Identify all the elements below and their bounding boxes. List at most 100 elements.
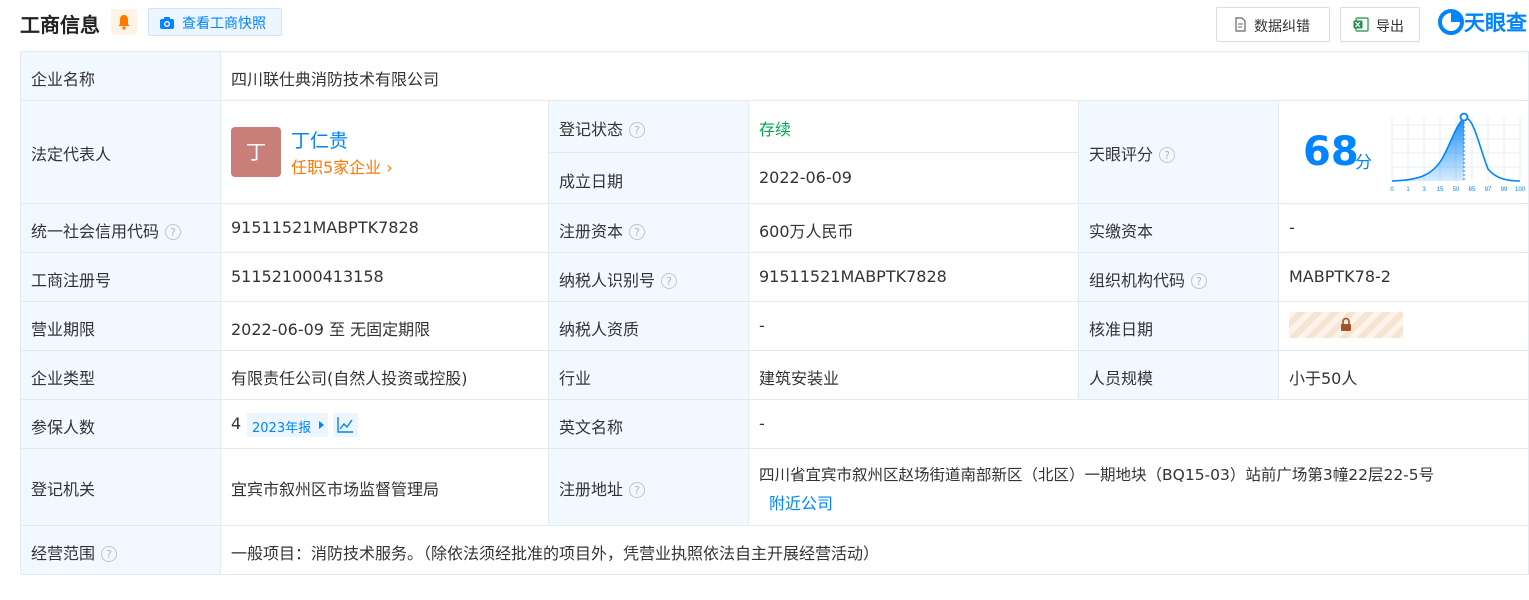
company-type-label-cell: 企业类型 — [21, 351, 221, 400]
help-icon[interactable]: ? — [101, 546, 118, 562]
company-type-label: 企业类型 — [31, 369, 96, 388]
paid-capital-label-cell: 实缴资本 — [1079, 204, 1279, 253]
data-correction-label: 数据纠错 — [1254, 19, 1310, 35]
org-code-cell: MABPTK78-2 — [1279, 253, 1529, 302]
score-axis-tick: 85 — [1469, 187, 1476, 193]
score-axis-tick: 50 — [1453, 187, 1460, 193]
credit-code-label: 统一社会信用代码? — [31, 218, 182, 242]
export-label: 导出 — [1376, 19, 1404, 35]
data-correction-button[interactable]: 数据纠错 — [1216, 7, 1330, 42]
authority-label: 登记机关 — [31, 480, 96, 499]
help-icon[interactable]: ? — [629, 122, 646, 138]
tax-qual-label-cell: 纳税人资质 — [549, 302, 749, 351]
legal-rep-cell: 丁 丁仁贵 任职5家企业 › — [221, 101, 549, 204]
approve-date-cell — [1279, 302, 1529, 351]
help-icon[interactable]: ? — [1159, 147, 1176, 163]
excel-icon — [1353, 17, 1369, 36]
status-cell: 存续 — [749, 101, 1079, 153]
avatar[interactable]: 丁 — [231, 127, 281, 177]
approve-date-label: 核准日期 — [1089, 320, 1154, 339]
camera-icon — [159, 15, 175, 34]
industry-cell: 建筑安装业 — [749, 351, 1079, 400]
address: 四川省宜宾市叙州区赵场街道南部新区（北区）一期地块（BQ15-03）站前广场第3… — [759, 466, 1435, 484]
company-name-label: 企业名称 — [31, 70, 96, 89]
english-name-label-cell: 英文名称 — [549, 400, 749, 449]
tax-qual: - — [759, 316, 765, 335]
legal-rep-label-cell: 法定代表人 — [21, 101, 221, 204]
approve-date-label-cell: 核准日期 — [1079, 302, 1279, 351]
tax-id-label: 纳税人识别号? — [559, 267, 678, 291]
credit-code-cell: 91511521MABPTK7828 — [221, 204, 549, 253]
logo-eye-icon — [1438, 9, 1464, 39]
reg-no-label: 工商注册号 — [31, 271, 112, 290]
company-name-label-cell: 企业名称 — [21, 52, 221, 101]
scope-label-cell: 经营范围? — [21, 526, 221, 575]
legal-rep-jobs-link[interactable]: 任职5家企业 › — [291, 154, 393, 178]
tax-id: 91511521MABPTK7828 — [759, 267, 947, 286]
tianyan-score-unit: 分 — [1355, 153, 1372, 173]
annual-report-label: 2023年报 — [252, 421, 312, 436]
help-icon[interactable]: ? — [165, 224, 182, 240]
caret-right-icon — [319, 421, 324, 429]
industry-label: 行业 — [559, 369, 592, 388]
term: 2022-06-09 至 无固定期限 — [231, 320, 431, 339]
reg-no: 511521000413158 — [231, 267, 384, 286]
authority: 宜宾市叙州区市场监督管理局 — [231, 480, 440, 499]
org-code: MABPTK78-2 — [1289, 267, 1391, 286]
help-icon[interactable]: ? — [661, 273, 678, 289]
tianyan-score-label-cell: 天眼评分? — [1079, 101, 1279, 204]
document-icon — [1234, 17, 1247, 36]
founded-label: 成立日期 — [559, 172, 624, 191]
org-code-label-cell: 组织机构代码? — [1079, 253, 1279, 302]
paid-capital-cell: - — [1279, 204, 1529, 253]
help-icon[interactable]: ? — [1191, 273, 1208, 289]
logo-text: 天眼查 — [1464, 11, 1527, 35]
capital-label: 注册资本? — [559, 218, 646, 242]
help-icon[interactable]: ? — [629, 224, 646, 240]
company-type: 有限责任公司(自然人投资或控股) — [231, 369, 468, 388]
trend-chart-icon — [337, 417, 353, 433]
company-name: 四川联仕典消防技术有限公司 — [231, 70, 440, 89]
paid-capital-label: 实缴资本 — [1089, 222, 1154, 241]
legal-rep-name-link[interactable]: 丁仁贵 — [291, 126, 348, 153]
section-title: 工商信息 — [20, 13, 100, 37]
capital-label-cell: 注册资本? — [549, 204, 749, 253]
credit-code-label-cell: 统一社会信用代码? — [21, 204, 221, 253]
reg-no-cell: 511521000413158 — [221, 253, 549, 302]
tianyan-score-value: 68 — [1303, 129, 1359, 175]
trend-chart-button[interactable] — [333, 413, 358, 437]
score-axis-tick: 1 — [1406, 187, 1410, 193]
insured-label-cell: 参保人数 — [21, 400, 221, 449]
score-axis-tick: 99 — [1501, 187, 1508, 193]
annual-report-link[interactable]: 2023年报 — [247, 413, 328, 437]
address-label-cell: 注册地址? — [549, 449, 749, 526]
business-scope: 一般项目：消防技术服务。（除依法须经批准的项目外，凭营业执照依法自主开展经营活动… — [231, 544, 880, 563]
tax-qual-cell: - — [749, 302, 1079, 351]
scope-cell: 一般项目：消防技术服务。（除依法须经批准的项目外，凭营业执照依法自主开展经营活动… — [221, 526, 1529, 575]
lock-icon — [1341, 317, 1351, 331]
staff-size: 小于50人 — [1289, 369, 1358, 388]
view-snapshot-button[interactable]: 查看工商快照 — [148, 8, 282, 36]
locked-value[interactable] — [1289, 312, 1403, 338]
credit-code: 91511521MABPTK7828 — [231, 218, 419, 237]
status-label: 登记状态? — [559, 116, 646, 140]
company-type-cell: 有限责任公司(自然人投资或控股) — [221, 351, 549, 400]
insured-count: 4 — [231, 414, 242, 433]
address-cell: 四川省宜宾市叙州区赵场街道南部新区（北区）一期地块（BQ15-03）站前广场第3… — [749, 449, 1529, 526]
legal-rep-jobs-text: 任职5家企业 — [291, 158, 382, 177]
chevron-right-icon: › — [381, 158, 393, 177]
view-snapshot-label: 查看工商快照 — [182, 16, 266, 32]
reg-no-label-cell: 工商注册号 — [21, 253, 221, 302]
export-button[interactable]: 导出 — [1340, 7, 1420, 42]
company-name-cell: 四川联仕典消防技术有限公司 — [221, 52, 1529, 101]
org-code-label: 组织机构代码? — [1089, 267, 1208, 291]
nearby-companies-link[interactable]: 附近公司 — [769, 490, 833, 514]
tianyan-score-label: 天眼评分? — [1089, 141, 1176, 165]
term-label-cell: 营业期限 — [21, 302, 221, 351]
help-icon[interactable]: ? — [629, 482, 646, 498]
status-label-cell: 登记状态? — [549, 101, 749, 153]
tianyan-score-cell[interactable]: 68 分 0 1 3 15 50 85 97 99 100 — [1279, 101, 1529, 204]
bell-icon[interactable] — [111, 9, 137, 35]
tax-id-cell: 91511521MABPTK7828 — [749, 253, 1079, 302]
tax-qual-label: 纳税人资质 — [559, 320, 640, 339]
